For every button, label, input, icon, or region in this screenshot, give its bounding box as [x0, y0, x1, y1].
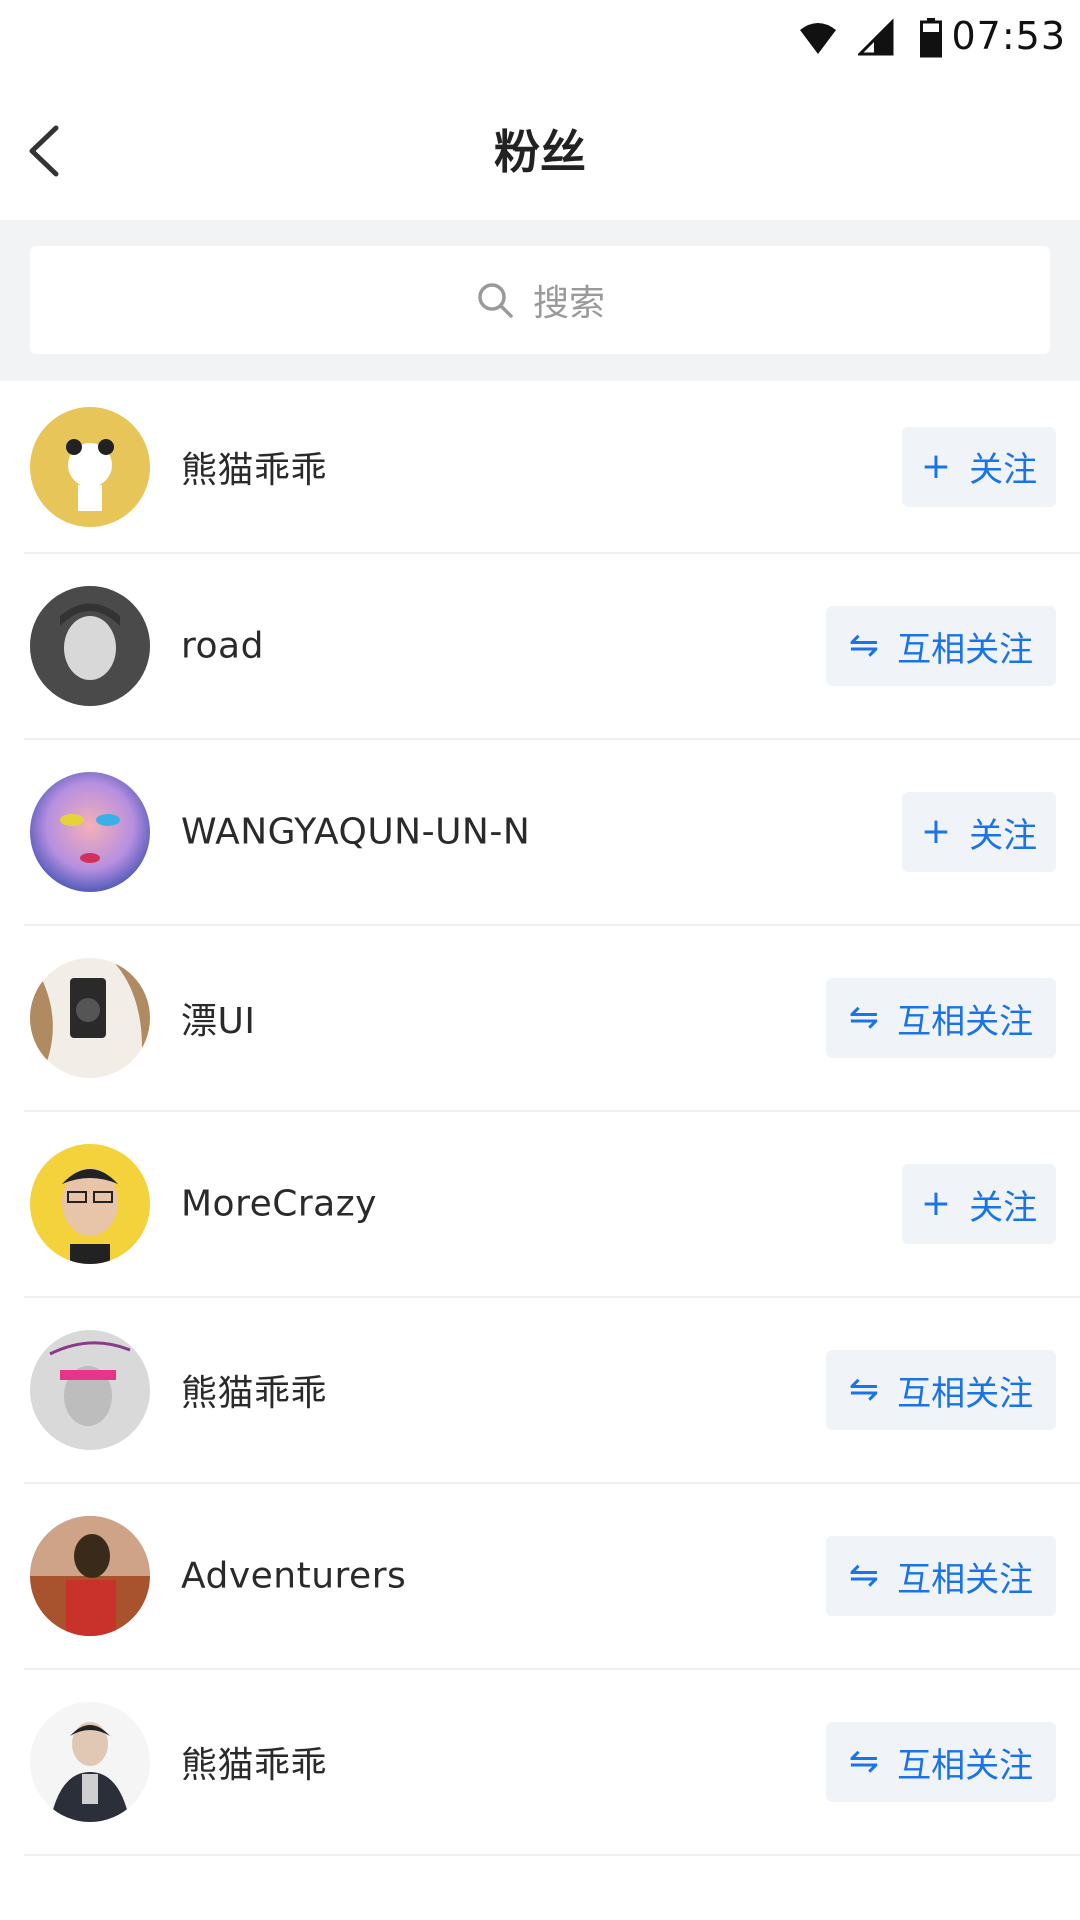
fan-name: 熊猫乖乖: [181, 1373, 328, 1414]
follow-button-label: 关注: [969, 450, 1038, 490]
fan-name: MoreCrazy: [181, 1183, 377, 1225]
avatar[interactable]: [30, 1330, 150, 1450]
follow-button-label: 互相关注: [897, 629, 1034, 670]
wifi-icon: [800, 23, 836, 54]
search-icon: [478, 283, 513, 318]
follow-button-label: 互相关注: [897, 1001, 1034, 1042]
avatar[interactable]: [30, 1144, 150, 1264]
mutual-follow-button[interactable]: ⇋ 互相关注: [826, 1722, 1056, 1802]
avatar[interactable]: [30, 406, 150, 527]
search-placeholder: 搜索: [532, 283, 605, 324]
list-item[interactable]: MoreCrazy + 关注: [24, 1112, 1080, 1298]
fan-name: road: [181, 625, 264, 667]
fan-name: 熊猫乖乖: [181, 449, 328, 491]
follow-button-label: 互相关注: [897, 1559, 1034, 1600]
page-title: 粉丝: [494, 125, 586, 179]
search-area: 搜索: [0, 220, 1080, 381]
mutual-follow-button[interactable]: ⇋ 互相关注: [826, 606, 1056, 686]
follow-button-label: 互相关注: [897, 1745, 1034, 1786]
avatar[interactable]: [30, 586, 150, 706]
follow-button-label: 关注: [969, 815, 1038, 856]
mutual-arrows-icon: ⇋: [848, 1369, 880, 1410]
battery-icon: [920, 18, 942, 58]
fan-name: 熊猫乖乖: [181, 1745, 328, 1786]
fan-name: WANGYAQUN-UN-N: [181, 811, 531, 853]
list-item[interactable]: Adventurers ⇋ 互相关注: [24, 1484, 1080, 1670]
mutual-arrows-icon: ⇋: [848, 1741, 880, 1782]
mutual-arrows-icon: ⇋: [848, 625, 880, 666]
mutual-follow-button[interactable]: ⇋ 互相关注: [826, 1536, 1056, 1616]
avatar[interactable]: [30, 958, 150, 1078]
mutual-follow-button[interactable]: ⇋ 互相关注: [826, 1350, 1056, 1430]
cell-signal-icon: [858, 18, 894, 56]
fan-name: Adventurers: [181, 1555, 407, 1597]
avatar[interactable]: [30, 1516, 150, 1636]
follow-button[interactable]: + 关注: [902, 1164, 1056, 1244]
follow-button[interactable]: + 关注: [902, 792, 1056, 872]
follow-button-label: 互相关注: [897, 1373, 1034, 1414]
status-bar: 07:53: [0, 0, 1080, 82]
fan-list: 熊猫乖乖 + 关注 road ⇋ 互相关注 WANGYAQUN-UN-N + 关…: [0, 381, 1080, 1856]
list-item[interactable]: 漂UI ⇋ 互相关注: [24, 926, 1080, 1112]
plus-icon: +: [920, 445, 952, 487]
search-input[interactable]: 搜索: [30, 246, 1050, 354]
list-item[interactable]: road ⇋ 互相关注: [24, 554, 1080, 740]
list-item[interactable]: 熊猫乖乖 + 关注: [24, 381, 1080, 554]
list-item[interactable]: WANGYAQUN-UN-N + 关注: [24, 740, 1080, 926]
plus-icon: +: [920, 811, 952, 852]
list-item[interactable]: 熊猫乖乖 ⇋ 互相关注: [24, 1670, 1080, 1856]
mutual-follow-button[interactable]: ⇋ 互相关注: [826, 978, 1056, 1058]
avatar[interactable]: [30, 1702, 150, 1822]
list-item[interactable]: 熊猫乖乖 ⇋ 互相关注: [24, 1298, 1080, 1484]
mutual-arrows-icon: ⇋: [848, 997, 880, 1038]
status-time: 07:53: [951, 14, 1066, 58]
follow-button[interactable]: + 关注: [902, 426, 1056, 507]
plus-icon: +: [920, 1183, 952, 1224]
follow-button-label: 关注: [969, 1187, 1038, 1228]
nav-bar: 粉丝: [0, 82, 1080, 220]
fan-name: 漂UI: [181, 1001, 256, 1042]
avatar[interactable]: [30, 772, 150, 892]
mutual-arrows-icon: ⇋: [848, 1555, 880, 1596]
